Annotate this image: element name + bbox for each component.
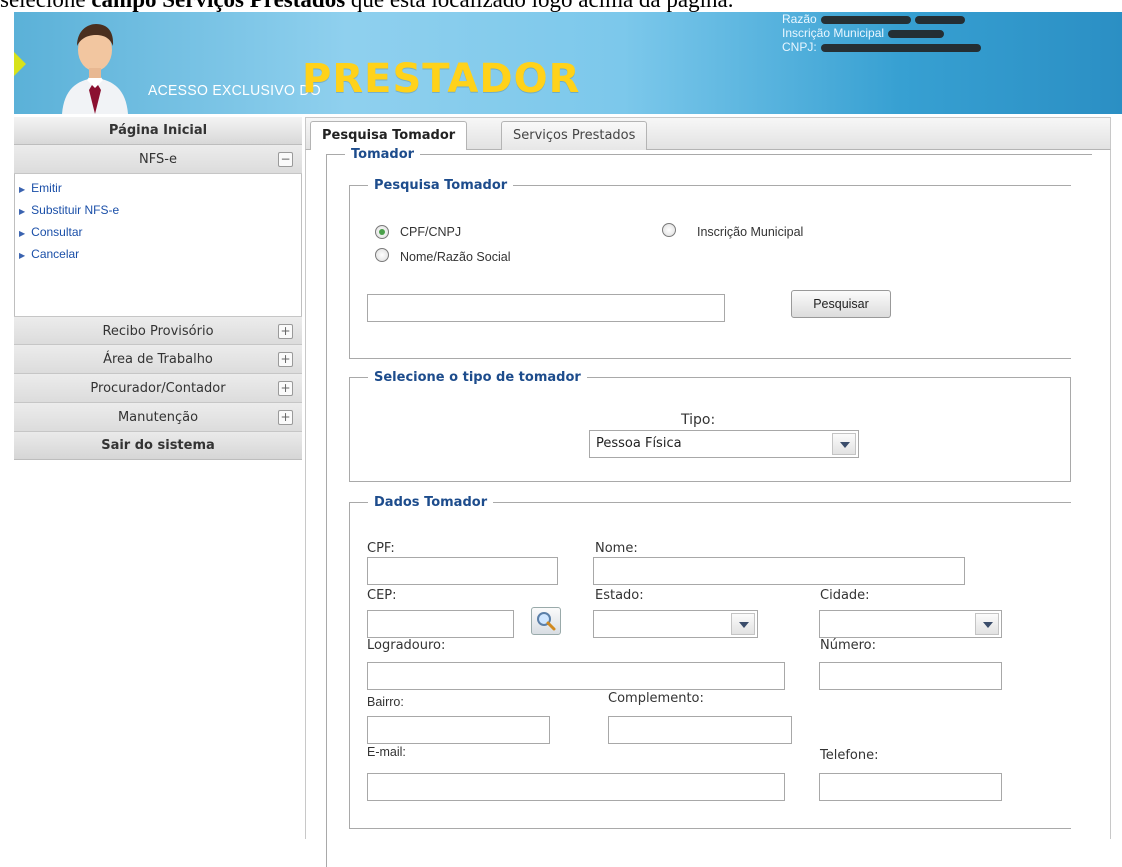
provider-info: Razão Inscrição Municipal CNPJ: — [782, 12, 981, 54]
numero-label: Número: — [820, 638, 877, 653]
tipo-select[interactable]: Pessoa Física — [589, 430, 859, 458]
sidebar-section-label: Recibo Provisório — [102, 324, 214, 339]
logradouro-field[interactable] — [367, 662, 785, 690]
telefone-field[interactable] — [819, 773, 1002, 801]
cep-field[interactable] — [367, 610, 514, 638]
sidebar-section-recibo[interactable]: Recibo Provisório + — [14, 316, 302, 345]
arrow-marker-icon — [14, 52, 26, 76]
banner-brand: PRESTADOR — [302, 56, 581, 102]
tomador-legend: Tomador — [351, 147, 415, 162]
nfse-link-cancelar[interactable]: ▶ Cancelar — [15, 244, 301, 266]
sidebar-section-manutencao[interactable]: Manutenção + — [14, 403, 302, 432]
expand-icon[interactable]: + — [278, 324, 293, 339]
sidebar: Página Inicial NFS-e − ▶ Emitir ▶ Substitu… — [14, 117, 302, 839]
sidebar-item-exit[interactable]: Sair do sistema — [14, 432, 302, 460]
estado-select[interactable] — [593, 610, 758, 638]
magnifier-icon — [537, 612, 556, 631]
nfse-link-emitir[interactable]: ▶ Emitir — [15, 178, 301, 200]
nfse-link-label: Emitir — [31, 181, 62, 195]
collapse-icon[interactable]: − — [278, 152, 293, 167]
nfse-link-label: Substituir NFS-e — [31, 203, 120, 217]
chevron-down-icon[interactable] — [731, 613, 755, 635]
nfse-link-label: Consultar — [31, 225, 83, 239]
nome-label: Nome: — [595, 541, 638, 556]
expand-icon[interactable]: + — [278, 352, 293, 367]
pesquisa-legend: Pesquisa Tomador — [374, 178, 508, 193]
caption-suffix: que está localizado logo acima da página… — [345, 0, 734, 12]
redacted-mark — [820, 15, 911, 24]
nfse-link-substituir[interactable]: ▶ Substituir NFS-e — [15, 200, 301, 222]
bairro-field[interactable] — [367, 716, 550, 744]
cpf-label: CPF: — [367, 541, 395, 556]
tipo-label: Tipo: — [681, 412, 716, 428]
estado-label: Estado: — [595, 588, 644, 603]
triangle-right-icon: ▶ — [19, 207, 26, 216]
sidebar-section-label: Procurador/Contador — [90, 381, 226, 396]
radio-cpf-cnpj[interactable] — [375, 225, 389, 239]
pesquisar-button[interactable]: Pesquisar — [791, 290, 891, 318]
numero-field[interactable] — [819, 662, 1002, 690]
tab-panel: Tomador Pesquisa Tomador CPF/CNPJ Inscri… — [305, 147, 1111, 867]
logradouro-label: Logradouro: — [367, 638, 446, 653]
tipo-legend: Selecione o tipo de tomador — [374, 370, 581, 385]
main-content: Pesquisa Tomador Serviços Prestados Toma… — [305, 117, 1111, 867]
complemento-field[interactable] — [608, 716, 792, 744]
chevron-down-icon[interactable] — [975, 613, 999, 635]
triangle-right-icon: ▶ — [19, 229, 26, 238]
header-banner: ACESSO EXCLUSIVO DO PRESTADOR Razão Insc… — [14, 12, 1122, 114]
sidebar-item-home[interactable]: Página Inicial — [14, 117, 302, 145]
expand-icon[interactable]: + — [278, 381, 293, 396]
sidebar-section-label: Manutenção — [117, 410, 199, 425]
nfse-submenu: ▶ Emitir ▶ Substituir NFS-e ▶ Consultar ▶ Ca… — [14, 174, 302, 316]
radio-inscricao-label: Inscrição Municipal — [697, 225, 804, 239]
info-inscricao-label: Inscrição Municipal — [782, 26, 885, 40]
sidebar-section-label: Área de Trabalho — [103, 352, 213, 367]
user-avatar-icon — [62, 24, 128, 114]
caption-bold: campo Serviços Prestados — [91, 0, 345, 12]
radio-nome-label: Nome/Razão Social — [400, 250, 511, 264]
sidebar-section-label: NFS-e — [139, 152, 177, 167]
cidade-select[interactable] — [819, 610, 1002, 638]
sidebar-section-area-trabalho[interactable]: Área de Trabalho + — [14, 345, 302, 374]
cep-label: CEP: — [367, 588, 397, 603]
triangle-right-icon: ▶ — [19, 185, 26, 194]
info-cnpj-label: CNPJ: — [782, 40, 817, 54]
complemento-label: Complemento: — [608, 691, 704, 706]
tab-bar: Pesquisa Tomador Serviços Prestados — [305, 117, 1111, 152]
expand-icon[interactable]: + — [278, 410, 293, 425]
email-label: E-mail: — [367, 745, 406, 759]
radio-inscricao[interactable] — [662, 223, 676, 237]
cep-search-button[interactable] — [531, 607, 561, 635]
info-razao-label: Razão — [782, 12, 817, 26]
bairro-label: Bairro: — [367, 695, 404, 709]
banner-tagline: ACESSO EXCLUSIVO DO — [148, 81, 321, 99]
triangle-right-icon: ▶ — [19, 251, 26, 260]
sidebar-section-procurador[interactable]: Procurador/Contador + — [14, 374, 302, 403]
search-input[interactable] — [367, 294, 725, 322]
email-field[interactable] — [367, 773, 785, 801]
telefone-label: Telefone: — [820, 748, 879, 763]
nfse-link-label: Cancelar — [31, 247, 80, 261]
redacted-mark — [820, 43, 981, 52]
sidebar-section-nfse[interactable]: NFS-e − — [14, 145, 302, 174]
radio-cpf-cnpj-label: CPF/CNPJ — [400, 225, 462, 239]
tipo-select-value: Pessoa Física — [596, 436, 682, 451]
dados-legend: Dados Tomador — [374, 495, 488, 510]
redacted-mark — [888, 29, 945, 38]
caption-prefix: selecione — [0, 0, 91, 12]
nome-field[interactable] — [593, 557, 965, 585]
cidade-label: Cidade: — [820, 588, 870, 603]
cpf-field[interactable] — [367, 557, 558, 585]
pesquisa-fieldset: Pesquisa Tomador — [349, 178, 1071, 359]
redacted-mark — [914, 15, 965, 24]
nfse-link-consultar[interactable]: ▶ Consultar — [15, 222, 301, 244]
chevron-down-icon[interactable] — [832, 433, 856, 455]
radio-nome[interactable] — [375, 248, 389, 262]
